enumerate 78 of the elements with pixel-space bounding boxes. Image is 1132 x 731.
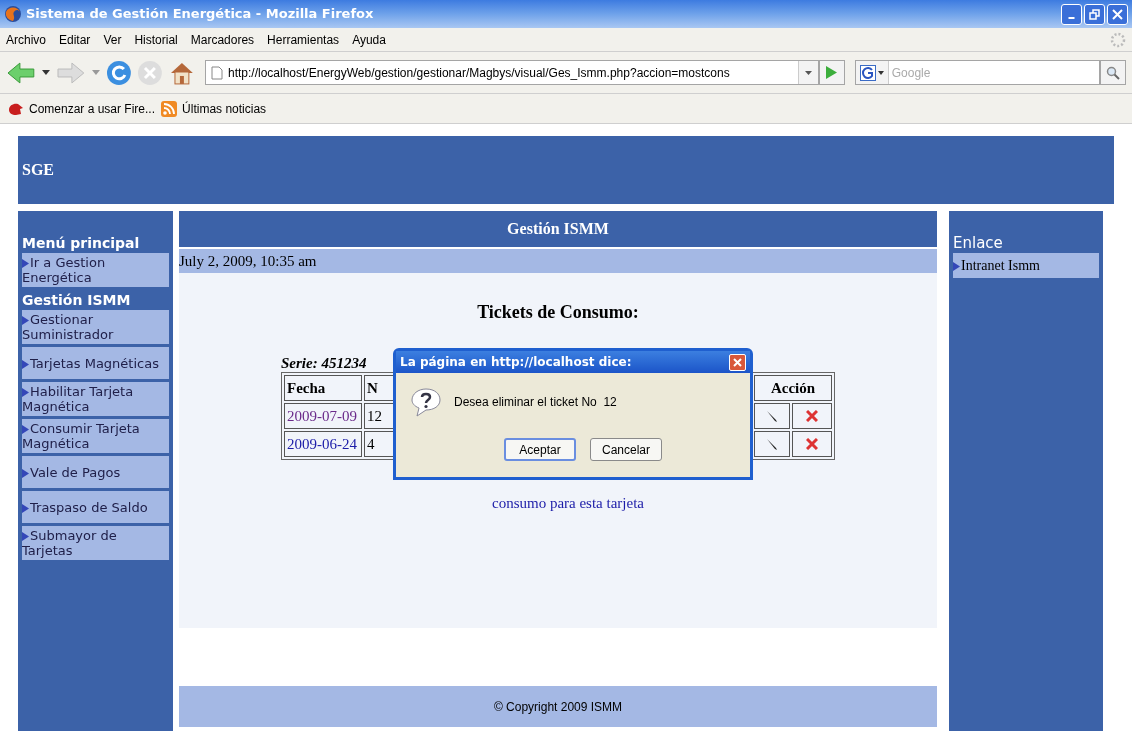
menu-item[interactable]: Historial [134,30,178,49]
date-bar: July 2, 2009, 10:35 am [179,249,937,273]
dialog-title: La página en http://localhost dice: [400,354,633,371]
dialog-message: Desea eliminar el ticket No 12 [454,394,617,411]
date-link[interactable]: 2009-07-09 [284,403,362,429]
search-button[interactable] [1100,60,1126,85]
page-title: Tickets de Consumo: [477,301,639,324]
caret-icon [877,70,884,75]
back-arrow-icon[interactable] [6,60,36,85]
menu-item[interactable]: Archivo [6,30,46,49]
question-icon [410,387,442,417]
window-title: Sistema de Gestión Energética - Mozilla Firefox [26,5,374,24]
menu-item[interactable]: Ver [103,30,122,49]
arrow-icon [22,259,29,268]
arrow-icon [22,316,29,325]
dropdown-icon[interactable] [41,70,50,75]
sidebar-item[interactable]: Vale de Pagos [22,456,169,488]
bookmark-link[interactable]: Comenzar a usar Fire... [8,99,156,118]
url-text: http://localhost/EnergyWeb/gestion/gestionar/Magbys/visual/Ges_Ismm.php?accion=mostcons [228,64,731,82]
minimize-button[interactable] [1061,3,1082,25]
sidebar-item[interactable]: Ir a Gestion Energética [22,253,169,287]
column-header: Acción [754,375,832,401]
play-icon [826,66,838,79]
throbber-icon [1110,31,1126,48]
arrow-icon [22,503,29,513]
pencil-icon[interactable] [766,410,778,422]
history-dropdown[interactable] [797,61,818,84]
globe-fox-icon [4,5,22,23]
sidebar-item[interactable]: Consumir Tarjeta Magnética [22,419,169,453]
arrow-icon [22,425,29,434]
dialog-button[interactable]: Cancelar [590,438,662,461]
sidebar-item[interactable]: Intranet Ismm [953,253,1099,278]
close-icon [733,357,742,367]
sidebar-item[interactable]: Habilitar Tarjeta Magnética [22,382,169,416]
menu-item[interactable]: Ayuda [352,30,386,49]
arrow-icon [22,388,29,397]
site-logo: SGE [22,160,54,180]
reload-icon[interactable] [105,59,132,86]
caret-icon [804,70,812,75]
pencil-icon[interactable] [766,438,778,450]
arrow-icon [953,262,960,272]
sidebar-item[interactable]: Traspaso de Saldo [22,491,169,523]
page-icon [211,65,223,80]
menu-item[interactable]: Editar [59,30,91,49]
close-button[interactable] [729,353,746,371]
search-icon [1106,65,1121,80]
sidebar-item[interactable]: Submayor de Tarjetas [22,526,169,560]
maximize-button[interactable] [1084,3,1105,25]
sidebar-item[interactable]: Gestionar Suministrador [22,310,169,344]
section-header: Gestión ISMM [179,211,937,247]
minimize-icon [1068,17,1075,19]
menu-item[interactable]: Marcadores [190,30,255,49]
dialog-button[interactable]: Aceptar [504,438,576,461]
sidebar-item[interactable]: Tarjetas Magnéticas [22,347,169,379]
search-field[interactable]: Google [854,60,1101,85]
sidebar-heading: Gestión ISMM [22,291,132,310]
serie-label: Serie: 451234 [281,354,367,372]
arrow-icon [22,532,29,541]
column-header: Fecha [284,375,362,401]
sidebar-heading: Menú principal [22,234,141,253]
restore-icon [1089,8,1100,20]
search-input[interactable]: Google [888,63,1100,82]
arrow-icon [22,359,29,369]
search-engine-icon [859,64,876,81]
address-field[interactable]: http://localhost/EnergyWeb/gestion/gestionar/Magbys/visual/Ges_Ismm.php?accion=mostcons [205,60,819,85]
insert-ticket-link[interactable]: consumo para esta tarjeta [492,492,644,515]
rss-icon [161,100,178,117]
arrow-icon [22,468,29,478]
close-icon [1112,8,1123,20]
date-link[interactable]: 2009-06-24 [284,431,362,457]
menu-item[interactable]: Herramientas [267,30,340,49]
close-button[interactable] [1107,3,1128,25]
delete-icon[interactable] [806,410,818,422]
delete-icon[interactable] [806,438,818,450]
footer: © Copyright 2009 ISMM [179,686,937,727]
bookmark-link[interactable]: Últimas noticias [161,99,267,118]
sidebar-heading: Enlace [953,233,1004,253]
go-button[interactable] [818,60,845,85]
